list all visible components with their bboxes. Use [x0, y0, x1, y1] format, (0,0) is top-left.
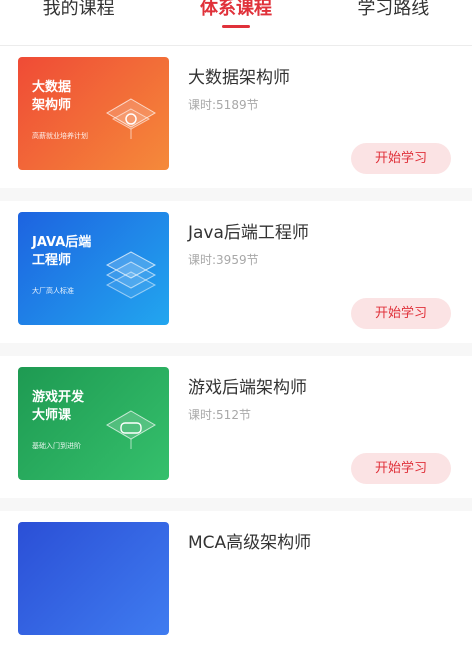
stack-illustration-icon — [103, 250, 159, 300]
course-thumbnail[interactable]: 大数据 架构师 高薪就业培养计划 — [18, 57, 169, 170]
course-card[interactable]: 大数据 架构师 高薪就业培养计划 大数据架构师 课时:5189节 开始学习 — [0, 46, 472, 188]
course-card[interactable]: 游戏开发 大师课 基础入门到进阶 游戏后端架构师 课时:512节 开始学习 — [0, 356, 472, 498]
course-card[interactable]: MCA高级架构师 — [0, 511, 472, 653]
course-card[interactable]: JAVA后端 工程师 大厂高人标准 Java后端工程师 课时:3959节 开始学… — [0, 201, 472, 343]
tab-learning-path[interactable]: 学习路线 — [315, 0, 471, 18]
course-title[interactable]: MCA高级架构师 — [188, 528, 311, 553]
course-lesson-count: 课时:512节 — [188, 406, 251, 423]
thumbnail-subtitle: 高薪就业培养计划 — [32, 131, 88, 141]
course-title[interactable]: 大数据架构师 — [188, 63, 290, 88]
gamepad-illustration-icon — [103, 405, 159, 455]
start-learning-button[interactable]: 开始学习 — [351, 453, 451, 484]
course-thumbnail[interactable] — [18, 522, 169, 635]
tab-system-courses[interactable]: 体系课程 — [158, 0, 314, 18]
start-learning-button[interactable]: 开始学习 — [351, 143, 451, 174]
course-lesson-count: 课时:5189节 — [188, 96, 259, 113]
course-title[interactable]: Java后端工程师 — [188, 218, 309, 243]
course-title[interactable]: 游戏后端架构师 — [188, 373, 307, 398]
thumbnail-subtitle: 大厂高人标准 — [32, 286, 74, 296]
start-learning-button[interactable]: 开始学习 — [351, 298, 451, 329]
course-lesson-count: 课时:3959节 — [188, 251, 259, 268]
course-thumbnail[interactable]: 游戏开发 大师课 基础入门到进阶 — [18, 367, 169, 480]
tab-my-courses[interactable]: 我的课程 — [1, 0, 157, 18]
course-thumbnail[interactable]: JAVA后端 工程师 大厂高人标准 — [18, 212, 169, 325]
monitor-illustration-icon — [103, 95, 159, 145]
thumbnail-subtitle: 基础入门到进阶 — [32, 441, 81, 451]
course-list: 大数据 架构师 高薪就业培养计划 大数据架构师 课时:5189节 开始学习 JA… — [0, 46, 472, 529]
course-tabs: 我的课程 体系课程 学习路线 — [0, 0, 472, 46]
